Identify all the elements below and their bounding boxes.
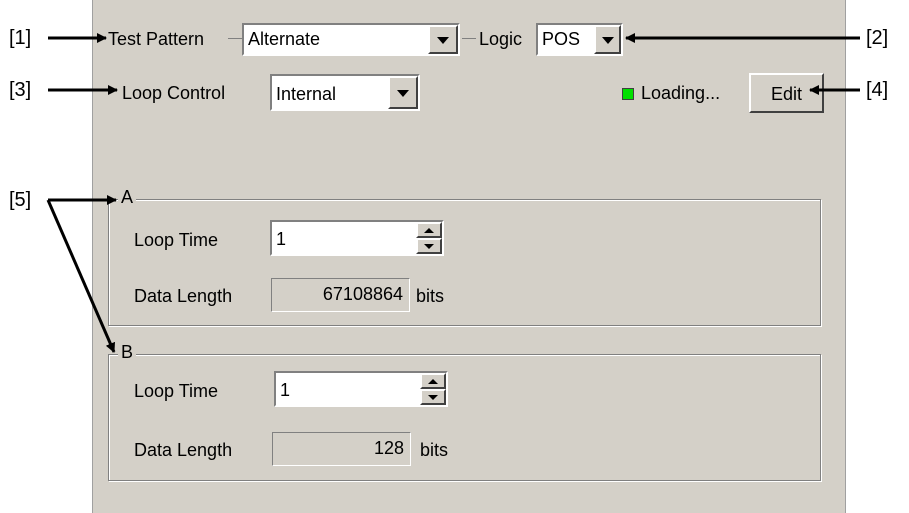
arrow-5b	[46, 199, 116, 353]
callout-arrows	[46, 33, 860, 353]
